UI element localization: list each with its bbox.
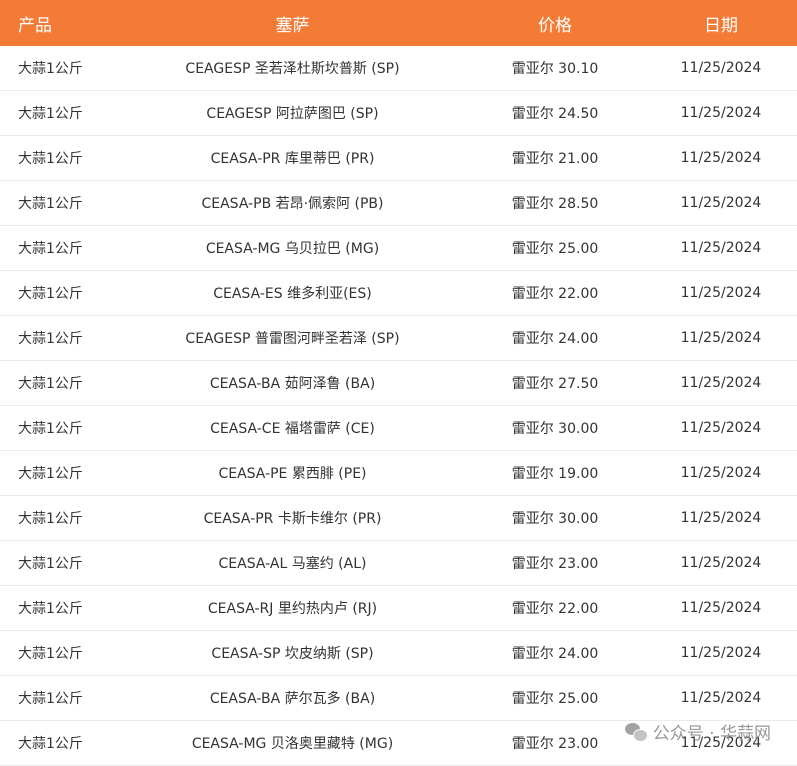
cell-price: 雷亚尔 27.50 [511,376,599,393]
table-row: 大蒜1公斤 CEASA-PR 卡斯卡维尔 (PR) 雷亚尔 30.00 11/25/2… [0,496,797,541]
table-row: 大蒜1公斤 CEASA-BA 萨尔瓦多 (BA) 雷亚尔 25.00 11/25/20… [0,676,797,721]
header-date[interactable]: 日期 [645,0,797,46]
table-row: 大蒜1公斤 CEASA-SP 坎皮纳斯 (SP) 雷亚尔 24.00 11/25/20… [0,631,797,676]
table-header: 产品 塞萨 价格 日期 [0,0,797,46]
cell-price: 雷亚尔 22.00 [511,601,599,618]
cell-price: 雷亚尔 23.00 [511,736,599,753]
cell-market: CEASA-PB 若昂·佩索阿 (PB) [201,196,384,213]
cell-market: CEASA-RJ 里约热内卢 (RJ) [207,601,378,618]
price-table: 产品 塞萨 价格 日期 大蒜1公斤 CEAGESP 圣若泽杜斯坎普斯 (SP) 雷亚… [0,0,797,766]
cell-date: 11/25/2024 [680,330,762,347]
cell-market: CEASA-PR 卡斯卡维尔 (PR) [203,511,382,528]
cell-price: 雷亚尔 25.00 [511,241,599,258]
cell-market: CEASA-MG 乌贝拉巴 (MG) [205,241,380,258]
cell-date: 11/25/2024 [680,240,762,257]
table-row: 大蒜1公斤 CEASA-CE 福塔雷萨 (CE) 雷亚尔 30.00 11/25/20… [0,406,797,451]
cell-market: CEASA-AL 马塞约 (AL) [218,556,367,573]
cell-date: 11/25/2024 [680,555,762,572]
watermark: 公众号 · 华蒜网 [624,719,771,744]
cell-product: 大蒜1公斤 [18,466,83,483]
header-price[interactable]: 价格 [465,0,645,46]
table-row: 大蒜1公斤 CEAGESP 圣若泽杜斯坎普斯 (SP) 雷亚尔 30.10 11/25… [0,46,797,91]
cell-date: 11/25/2024 [680,150,762,167]
table-row: 大蒜1公斤 CEAGESP 普雷图河畔圣若泽 (SP) 雷亚尔 24.00 11/25… [0,316,797,361]
cell-product: 大蒜1公斤 [18,556,83,573]
header-row: 产品 塞萨 价格 日期 [0,0,797,46]
cell-date: 11/25/2024 [680,105,762,122]
cell-product: 大蒜1公斤 [18,511,83,528]
cell-product: 大蒜1公斤 [18,376,83,393]
cell-product: 大蒜1公斤 [18,736,83,753]
cell-product: 大蒜1公斤 [18,691,83,708]
cell-market: CEASA-CE 福塔雷萨 (CE) [210,421,375,438]
header-market[interactable]: 塞萨 [120,0,465,46]
cell-market: CEASA-BA 茹阿泽鲁 (BA) [209,376,376,393]
cell-product: 大蒜1公斤 [18,61,83,78]
table-row: 大蒜1公斤 CEASA-AL 马塞约 (AL) 雷亚尔 23.00 11/25/202… [0,541,797,586]
cell-date: 11/25/2024 [680,420,762,437]
cell-price: 雷亚尔 25.00 [511,691,599,708]
table-row: 大蒜1公斤 CEASA-BA 茹阿泽鲁 (BA) 雷亚尔 27.50 11/25/20… [0,361,797,406]
cell-market: CEASA-PE 累西腓 (PE) [218,466,367,483]
cell-date: 11/25/2024 [680,600,762,617]
cell-market: CEASA-SP 坎皮纳斯 (SP) [211,646,374,663]
cell-date: 11/25/2024 [680,510,762,527]
cell-product: 大蒜1公斤 [18,331,83,348]
cell-date: 11/25/2024 [680,375,762,392]
cell-date: 11/25/2024 [680,60,762,77]
cell-market: CEAGESP 普雷图河畔圣若泽 (SP) [185,331,400,348]
cell-price: 雷亚尔 30.10 [511,61,599,78]
cell-price: 雷亚尔 24.00 [511,646,599,663]
cell-price: 雷亚尔 28.50 [511,196,599,213]
cell-market: CEAGESP 阿拉萨图巴 (SP) [206,106,379,123]
cell-market: CEASA-MG 贝洛奥里藏特 (MG) [191,736,394,753]
cell-market: CEASA-ES 维多利亚(ES) [213,286,372,303]
cell-date: 11/25/2024 [680,285,762,302]
table-row: 大蒜1公斤 CEASA-RJ 里约热内卢 (RJ) 雷亚尔 22.00 11/25/2… [0,586,797,631]
table-body: 大蒜1公斤 CEAGESP 圣若泽杜斯坎普斯 (SP) 雷亚尔 30.10 11/25… [0,46,797,766]
cell-product: 大蒜1公斤 [18,421,83,438]
table-row: 大蒜1公斤 CEAGESP 阿拉萨图巴 (SP) 雷亚尔 24.50 11/25/20… [0,91,797,136]
table-row: 大蒜1公斤 CEASA-ES 维多利亚(ES) 雷亚尔 22.00 11/25/202… [0,271,797,316]
cell-price: 雷亚尔 22.00 [511,286,599,303]
cell-price: 雷亚尔 30.00 [511,421,599,438]
cell-date: 11/25/2024 [680,465,762,482]
watermark-text: 公众号 · 华蒜网 [652,724,771,744]
cell-date: 11/25/2024 [680,195,762,212]
cell-price: 雷亚尔 24.00 [511,331,599,348]
cell-market: CEASA-BA 萨尔瓦多 (BA) [209,691,376,708]
table-row: 大蒜1公斤 CEASA-PR 库里蒂巴 (PR) 雷亚尔 21.00 11/25/20… [0,136,797,181]
table-row: 大蒜1公斤 CEASA-PE 累西腓 (PE) 雷亚尔 19.00 11/25/202… [0,451,797,496]
cell-market: CEAGESP 圣若泽杜斯坎普斯 (SP) [185,61,400,78]
cell-product: 大蒜1公斤 [18,241,83,258]
cell-product: 大蒜1公斤 [18,196,83,213]
header-product[interactable]: 产品 [0,0,120,46]
table-row: 大蒜1公斤 CEASA-PB 若昂·佩索阿 (PB) 雷亚尔 28.50 11/25/… [0,181,797,226]
cell-product: 大蒜1公斤 [18,151,83,168]
cell-product: 大蒜1公斤 [18,106,83,123]
cell-price: 雷亚尔 30.00 [511,511,599,528]
cell-price: 雷亚尔 23.00 [511,556,599,573]
cell-date: 11/25/2024 [680,645,762,662]
cell-date: 11/25/2024 [680,690,762,707]
cell-product: 大蒜1公斤 [18,286,83,303]
wechat-icon [624,722,648,742]
table-row: 大蒜1公斤 CEASA-MG 乌贝拉巴 (MG) 雷亚尔 25.00 11/25/20… [0,226,797,271]
cell-product: 大蒜1公斤 [18,646,83,663]
cell-market: CEASA-PR 库里蒂巴 (PR) [210,151,375,168]
cell-price: 雷亚尔 21.00 [511,151,599,168]
cell-price: 雷亚尔 19.00 [511,466,599,483]
cell-product: 大蒜1公斤 [18,601,83,618]
cell-price: 雷亚尔 24.50 [511,106,599,123]
